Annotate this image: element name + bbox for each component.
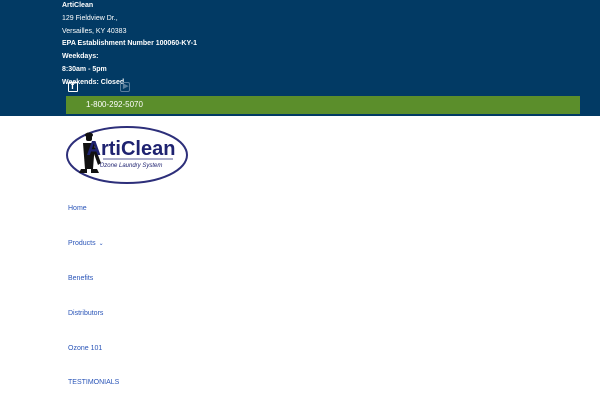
nav-item-label: Benefits [68, 275, 94, 282]
nav-item-label: Home [68, 205, 87, 212]
epa-number: EPA Establishment Number 100060-KY-1 [62, 40, 197, 48]
svg-text:Ozone Laundry System: Ozone Laundry System [100, 163, 163, 169]
nav-item-label: Distributors [68, 310, 104, 317]
top-info-bar: ArtiClean 129 Fieldview Dr., Versailles,… [0, 0, 600, 116]
svg-text:ArtiClean: ArtiClean [87, 138, 176, 160]
nav-item-ozone-101[interactable]: Ozone 101 [68, 345, 102, 352]
address-line-2: Versailles, KY 40383 [62, 27, 127, 35]
articlean-logo[interactable]: ArtiClean Ozone Laundry System [65, 125, 189, 185]
contact-info: ArtiClean 129 Fieldview Dr., Versailles,… [62, 0, 197, 90]
youtube-icon[interactable]: ▶ [120, 82, 130, 92]
chevron-down-icon: ⌄ [98, 241, 104, 247]
logo-text: ArtiClean Ozone Laundry System [87, 138, 176, 169]
nav-item-label: TESTIMONIALS [68, 379, 120, 386]
facebook-icon[interactable]: f [68, 81, 78, 92]
phone-bar: 1-800-292-5070 [66, 96, 580, 114]
nav-item-label: Products [68, 240, 96, 247]
weekdays-hours: 8:30am - 5pm [62, 65, 107, 73]
nav-item-home[interactable]: Home [68, 205, 87, 212]
company-name: ArtiClean [62, 2, 94, 9]
nav-item-label: Ozone 101 [68, 345, 103, 352]
nav-item-products[interactable]: Products ⌄ [68, 240, 104, 247]
address-line-1: 129 Fieldview Dr., [62, 14, 118, 22]
nav-item-distributors[interactable]: Distributors [68, 310, 103, 317]
nav-item-benefits[interactable]: Benefits [68, 275, 93, 282]
weekdays-label: Weekdays: [62, 53, 99, 61]
phone-number[interactable]: 1-800-292-5070 [86, 96, 143, 114]
nav-item-testimonials[interactable]: TESTIMONIALS [68, 379, 119, 386]
